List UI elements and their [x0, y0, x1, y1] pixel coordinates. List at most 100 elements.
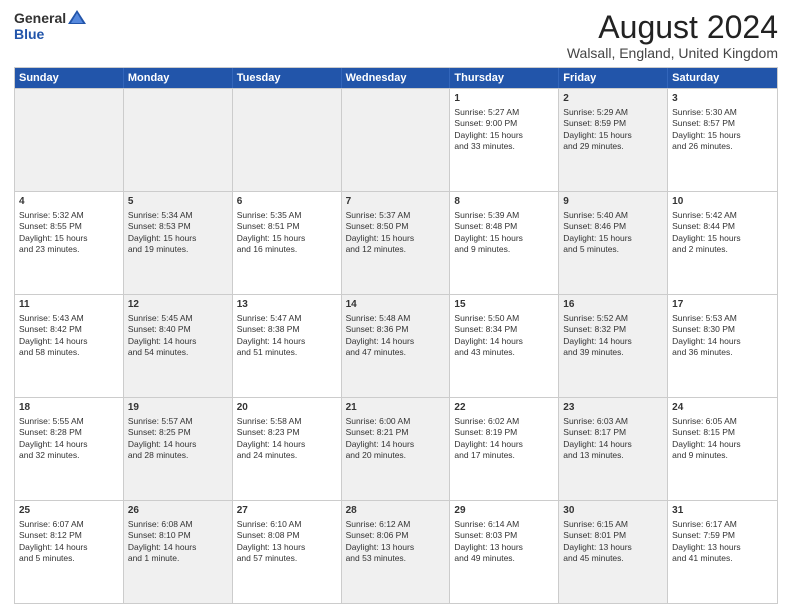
day-number: 27 [237, 504, 337, 518]
day-info: Sunset: 8:12 PM [19, 530, 119, 541]
day-info: Daylight: 15 hours [672, 130, 773, 141]
page-subtitle: Walsall, England, United Kingdom [567, 45, 778, 61]
day-info: Sunset: 8:28 PM [19, 427, 119, 438]
day-info: Sunrise: 6:15 AM [563, 519, 663, 530]
day-info: Sunrise: 6:07 AM [19, 519, 119, 530]
cal-cell: 15Sunrise: 5:50 AMSunset: 8:34 PMDayligh… [450, 295, 559, 397]
day-info: Sunset: 8:01 PM [563, 530, 663, 541]
day-info: and 24 minutes. [237, 450, 337, 461]
day-info: and 28 minutes. [128, 450, 228, 461]
cal-cell: 12Sunrise: 5:45 AMSunset: 8:40 PMDayligh… [124, 295, 233, 397]
day-info: Sunrise: 5:37 AM [346, 210, 446, 221]
cal-cell: 7Sunrise: 5:37 AMSunset: 8:50 PMDaylight… [342, 192, 451, 294]
calendar-body: 1Sunrise: 5:27 AMSunset: 9:00 PMDaylight… [15, 88, 777, 603]
day-info: and 49 minutes. [454, 553, 554, 564]
day-info: Daylight: 15 hours [454, 130, 554, 141]
day-number: 29 [454, 504, 554, 518]
cal-cell [124, 89, 233, 191]
day-info: Daylight: 15 hours [454, 233, 554, 244]
week-row-2: 4Sunrise: 5:32 AMSunset: 8:55 PM Daylight… [15, 191, 777, 294]
cal-cell: 22Sunrise: 6:02 AMSunset: 8:19 PMDayligh… [450, 398, 559, 500]
week-row-4: 18Sunrise: 5:55 AMSunset: 8:28 PMDayligh… [15, 397, 777, 500]
day-info: Sunset: 8:19 PM [454, 427, 554, 438]
day-info: Sunset: 8:40 PM [128, 324, 228, 335]
day-info: Daylight: 15 hours [672, 233, 773, 244]
day-info: Sunrise: 5:58 AM [237, 416, 337, 427]
day-info: and 20 minutes. [346, 450, 446, 461]
day-info: and 33 minutes. [454, 141, 554, 152]
day-info: Daylight: 14 hours [454, 336, 554, 347]
day-info: and 53 minutes. [346, 553, 446, 564]
header-day-thursday: Thursday [450, 68, 559, 88]
title-area: August 2024 Walsall, England, United Kin… [567, 10, 778, 61]
day-info: Sunset: 8:06 PM [346, 530, 446, 541]
week-row-1: 1Sunrise: 5:27 AMSunset: 9:00 PMDaylight… [15, 88, 777, 191]
page: General Blue August 2024 Walsall, Englan… [0, 0, 792, 612]
day-info: Sunrise: 6:14 AM [454, 519, 554, 530]
logo-general: General [14, 10, 66, 26]
day-info: Sunset: 8:55 PM [19, 221, 119, 232]
day-number: 4 [19, 195, 119, 209]
day-info: Daylight: 14 hours [128, 439, 228, 450]
day-info: Sunrise: 5:45 AM [128, 313, 228, 324]
day-info: Sunrise: 5:43 AM [19, 313, 119, 324]
day-info: Sunrise: 5:53 AM [672, 313, 773, 324]
day-info: Sunset: 8:57 PM [672, 118, 773, 129]
day-info: and 19 minutes. [128, 244, 228, 255]
cal-cell [342, 89, 451, 191]
week-row-3: 11Sunrise: 5:43 AMSunset: 8:42 PMDayligh… [15, 294, 777, 397]
cal-cell: 18Sunrise: 5:55 AMSunset: 8:28 PMDayligh… [15, 398, 124, 500]
day-number: 15 [454, 298, 554, 312]
day-info: Sunrise: 5:39 AM [454, 210, 554, 221]
day-number: 10 [672, 195, 773, 209]
day-info: Sunrise: 5:32 AM [19, 210, 119, 221]
day-info: Daylight: 14 hours [454, 439, 554, 450]
day-info: Sunrise: 6:17 AM [672, 519, 773, 530]
cal-cell: 8Sunrise: 5:39 AMSunset: 8:48 PMDaylight… [450, 192, 559, 294]
day-info: Sunset: 8:23 PM [237, 427, 337, 438]
cal-cell: 11Sunrise: 5:43 AMSunset: 8:42 PMDayligh… [15, 295, 124, 397]
day-info: Sunrise: 6:08 AM [128, 519, 228, 530]
week-row-5: 25Sunrise: 6:07 AMSunset: 8:12 PMDayligh… [15, 500, 777, 603]
day-number: 9 [563, 195, 663, 209]
day-info: Sunset: 8:50 PM [346, 221, 446, 232]
day-info: Daylight: 14 hours [19, 439, 119, 450]
day-number: 19 [128, 401, 228, 415]
day-info: Daylight: 14 hours [237, 336, 337, 347]
day-number: 21 [346, 401, 446, 415]
day-info: Sunset: 8:25 PM [128, 427, 228, 438]
day-info: Sunset: 8:21 PM [346, 427, 446, 438]
day-info: and 17 minutes. [454, 450, 554, 461]
day-info: Sunset: 8:03 PM [454, 530, 554, 541]
day-info: Sunset: 8:48 PM [454, 221, 554, 232]
day-number: 11 [19, 298, 119, 312]
day-info: Daylight: 14 hours [128, 336, 228, 347]
cal-cell: 26Sunrise: 6:08 AMSunset: 8:10 PMDayligh… [124, 501, 233, 603]
day-info: and 41 minutes. [672, 553, 773, 564]
cal-cell: 30Sunrise: 6:15 AMSunset: 8:01 PMDayligh… [559, 501, 668, 603]
day-number: 3 [672, 92, 773, 106]
day-number: 20 [237, 401, 337, 415]
day-info: Sunset: 8:17 PM [563, 427, 663, 438]
cal-cell: 1Sunrise: 5:27 AMSunset: 9:00 PMDaylight… [450, 89, 559, 191]
cal-cell: 29Sunrise: 6:14 AMSunset: 8:03 PMDayligh… [450, 501, 559, 603]
day-info: Daylight: 14 hours [128, 542, 228, 553]
day-info: Daylight: 14 hours [563, 336, 663, 347]
day-info: Sunrise: 5:55 AM [19, 416, 119, 427]
page-title: August 2024 [567, 10, 778, 45]
day-info: Daylight: 14 hours [672, 336, 773, 347]
day-info: and 43 minutes. [454, 347, 554, 358]
header-day-tuesday: Tuesday [233, 68, 342, 88]
day-info: Daylight: 14 hours [563, 439, 663, 450]
cal-cell: 31Sunrise: 6:17 AMSunset: 7:59 PMDayligh… [668, 501, 777, 603]
header-day-sunday: Sunday [15, 68, 124, 88]
day-info: Sunrise: 5:50 AM [454, 313, 554, 324]
day-info: and 26 minutes. [672, 141, 773, 152]
day-number: 1 [454, 92, 554, 106]
day-info: Sunrise: 5:40 AM [563, 210, 663, 221]
cal-cell: 6Sunrise: 5:35 AMSunset: 8:51 PMDaylight… [233, 192, 342, 294]
calendar: SundayMondayTuesdayWednesdayThursdayFrid… [14, 67, 778, 604]
day-info: and 57 minutes. [237, 553, 337, 564]
cal-cell: 23Sunrise: 6:03 AMSunset: 8:17 PMDayligh… [559, 398, 668, 500]
day-info: Sunset: 7:59 PM [672, 530, 773, 541]
